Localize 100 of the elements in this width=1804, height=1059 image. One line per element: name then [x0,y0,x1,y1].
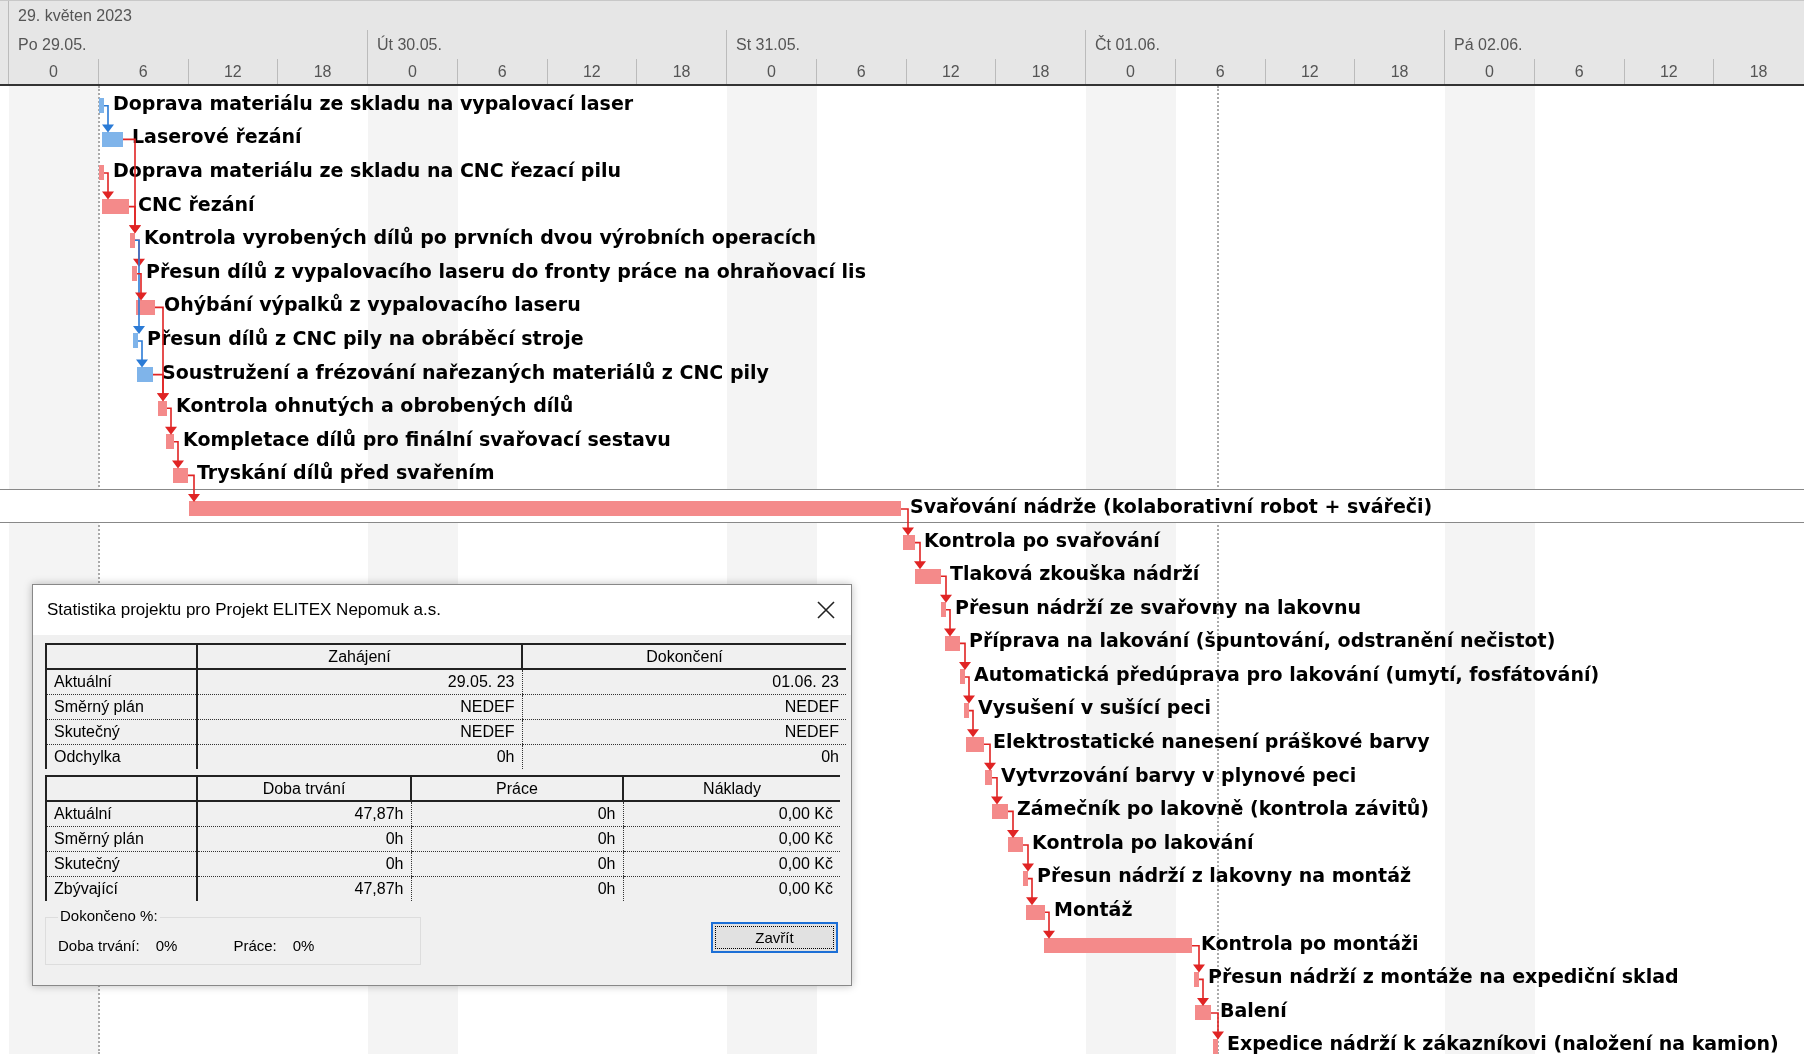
task-bar[interactable] [941,602,946,618]
task-bar[interactable] [132,266,137,282]
row-label: Skutečný [54,854,120,872]
timescale-label: 0 [407,62,417,81]
task-name: Příprava na lakování (špuntování, odstranění nečistot) [969,629,1556,652]
field-label: Práce: [233,936,277,954]
table-cell: 0h [597,879,616,897]
timescale-label: 6 [1215,62,1225,81]
task-bar[interactable] [915,568,941,584]
close-icon[interactable] [815,599,837,621]
timescale-label: Čt 01.06. [1095,35,1160,54]
task-name: Přesun dílů z vypalovacího laseru do fronty práce na ohraňovací lis [146,259,866,282]
link-arrow [963,676,975,704]
table-cell: 01.06. 23 [772,672,839,690]
link-arrow [967,709,979,738]
timescale-label: 18 [313,62,332,81]
task-bar[interactable] [102,131,123,147]
timescale-label: Po 29.05. [18,35,87,54]
timescale-label: 0 [1125,62,1135,81]
task-bar[interactable] [166,434,174,450]
task-bar[interactable] [985,770,992,786]
selected-row[interactable]: Svařování nádrže (kolaborativní robot + svářeči) [0,489,1804,523]
task-bar[interactable] [133,333,138,349]
link-arrow [102,172,114,200]
task-bar[interactable] [1195,1005,1211,1021]
task-bar[interactable] [102,199,129,215]
task-bar[interactable] [1023,870,1028,886]
link-arrow [172,441,184,469]
link-arrow [983,743,996,771]
table-cell: 0h [385,829,404,847]
task-bar[interactable] [99,98,104,114]
column-header: Zahájení [328,647,391,665]
row-label: Aktuální [54,804,112,822]
task-bar[interactable] [99,165,104,181]
task-name: Ohýbání výpalků z vypalovacího laseru [164,293,581,316]
timescale-label: Út 30.05. [377,35,442,54]
task-bar[interactable] [1194,971,1199,987]
table-cell: 0h [821,747,839,765]
row-label: Směrný plán [54,697,144,715]
table-cell: 0h [496,747,515,765]
timescale-label: 12 [223,62,242,81]
row-label: Odchylka [54,747,121,765]
table-cell: 0,00 Kč [778,829,833,847]
row-label: Zbývající [54,879,118,897]
row-label: Skutečný [54,722,120,740]
task-name: Vytvrzování barvy v plynové peci [1001,763,1357,786]
timescale-label: Pá 02.06. [1454,35,1523,54]
table-cell: NEDEF [460,722,515,740]
timescale-label: 18 [672,62,691,81]
task-name: Přesun nádrží ze svařovny na lakovnu [955,595,1361,618]
task-name: Expedice nádrží k zákazníkovi (naložení na kamion) [1227,1032,1779,1054]
table-cell: 0h [385,854,404,872]
dialog-title: Statistika projektu pro Projekt ELITEX Nepomuk a.s. [47,600,441,620]
table-cell: 0,00 Kč [778,879,833,897]
link-arrow [944,609,956,637]
table-cell: NEDEF [784,697,839,715]
task-name: Kompletace dílů pro finální svařovací sestavu [183,427,671,450]
task-name: Přesun nádrží z lakovny na montáž [1037,864,1412,887]
task-name: Laserové řezání [132,125,302,148]
link-arrow [1007,810,1019,838]
task-bar[interactable] [130,232,135,248]
table-cell: 0,00 Kč [778,854,833,872]
table-cell: NEDEF [784,722,839,740]
task-bar[interactable] [1026,904,1045,920]
task-name: CNC řezání [138,192,255,215]
task-bar[interactable] [137,367,153,383]
timescale-label: 12 [582,62,601,81]
task-name: Automatická předúprava pro lakování (umytí, fosfátování) [974,662,1600,685]
task-bar[interactable] [966,736,984,752]
link-arrow [991,777,1003,805]
close-button[interactable]: Zavřít [711,922,838,953]
task-bar[interactable] [992,803,1008,819]
timescale-label: 18 [1031,62,1050,81]
timescale-label: 6 [138,62,148,81]
table-cell: 0h [597,804,616,822]
task-bar[interactable] [960,669,965,685]
task-name: Tlaková zkouška nádrží [950,562,1200,585]
link-arrow [165,407,177,435]
timescale-label: 0 [766,62,776,81]
link-arrow [940,575,952,603]
task-bar[interactable] [945,635,960,651]
task-bar[interactable] [158,400,167,416]
task-bar[interactable] [1008,837,1023,853]
timescale-label: 6 [1574,62,1584,81]
table-cell: 47,87h [354,804,404,822]
task-name: Zámečník po lakovně (kontrola závitů) [1017,797,1429,820]
timescale-label: 12 [1659,62,1678,81]
timescale-label: 12 [1300,62,1319,81]
task-bar[interactable] [1213,1038,1218,1054]
task-name: Montáž [1054,898,1133,921]
timescale-label: 0 [1484,62,1494,81]
table-cell: 29.05. 23 [447,672,515,690]
group-label: Dokončeno %: [58,907,160,924]
task-bar[interactable] [1044,938,1192,954]
column-header: Dokončení [646,647,723,665]
task-bar[interactable] [173,467,188,483]
timescale-label: 6 [856,62,866,81]
row-label: Směrný plán [54,829,144,847]
task-bar[interactable] [189,501,901,517]
timescale-label: 29. květen 2023 [18,6,132,25]
